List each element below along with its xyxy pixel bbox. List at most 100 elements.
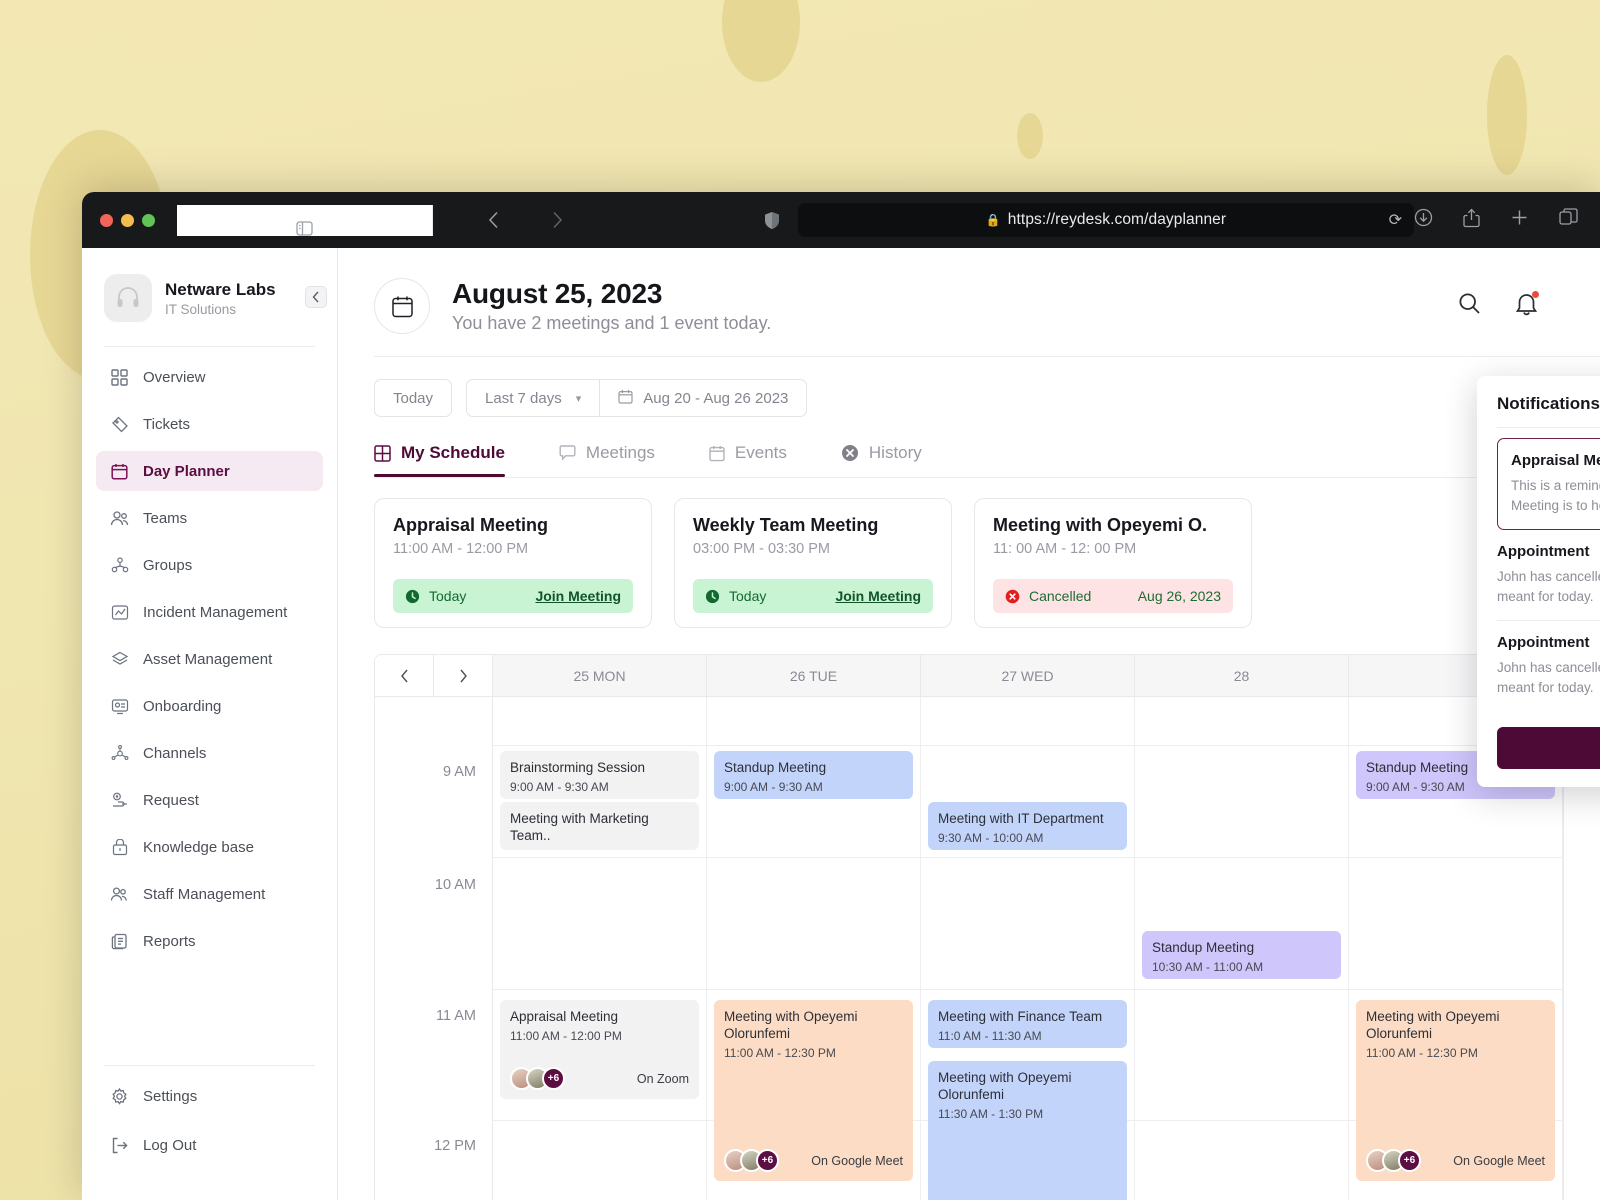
tab-my-schedule[interactable]: My Schedule [374,443,505,477]
sidebar-item-channels[interactable]: Channels [96,733,323,773]
notification-item[interactable]: Appointment 2h ago John has cancelled th… [1497,621,1600,711]
meeting-card-title: Meeting with Opeyemi O. [993,515,1208,535]
chat-icon [559,445,576,461]
calendar-day-column[interactable]: Meeting with IT Department 9:30 AM - 10:… [921,697,1135,1200]
grid-icon [110,368,129,387]
event-time: 11:30 AM - 1:30 PM [938,1106,1044,1121]
event-time: 11:00 AM - 12:00 PM [510,1028,622,1043]
calendar-icon [374,278,430,334]
sidebar-item-knowledge-base[interactable]: Knowledge base [96,827,323,867]
calendar-day-header: 26 TUE [707,655,921,696]
app-root: Netware Labs IT Solutions Overview Ticke… [82,248,1600,1200]
view-all-button[interactable]: View All [1497,727,1600,770]
calendar-event[interactable]: Brainstorming Session 9:00 AM - 9:30 AM [500,751,699,799]
calendar-prev-button[interactable] [375,655,434,696]
calendar-event[interactable]: Standup Meeting 10:30 AM - 11:00 AM [1142,931,1341,979]
tab-events[interactable]: Events [709,443,787,477]
tab-history[interactable]: History [841,443,922,477]
event-time: 11:00 AM - 12:30 PM [724,1045,836,1060]
attendee-avatars: +6 [510,1067,565,1090]
calendar-event[interactable]: Meeting with Opeyemi Olorunfemi 11:00 AM… [1356,1000,1555,1181]
calendar-event[interactable]: Appraisal Meeting 11:00 AM - 12:00 PM +6… [500,1000,699,1099]
download-icon[interactable] [1414,208,1433,232]
sidebar-item-day-planner[interactable]: Day Planner [96,451,323,491]
collapse-sidebar-button[interactable] [305,286,327,308]
calendar-day-header: 27 WED [921,655,1135,696]
sidebar-item-groups[interactable]: Groups [96,545,323,585]
meeting-card-title: Appraisal Meeting [393,515,549,535]
calendar-event[interactable]: Meeting with Finance Team 11:0 AM - 11:3… [928,1000,1127,1048]
calendar-columns: Brainstorming Session 9:00 AM - 9:30 AM … [493,697,1563,1200]
channels-icon [110,744,129,763]
meeting-card[interactable]: Weekly Team Meeting 03:00 PM - 03:30 PM … [674,498,952,628]
tab-bar: My Schedule Meetings Events History [338,417,1600,477]
maximize-window-button[interactable] [142,213,155,227]
calendar-event[interactable]: Standup Meeting 9:00 AM - 9:30 AM [714,751,913,799]
page-subtitle: You have 2 meetings and 1 event today. [452,313,772,333]
event-platform: On Google Meet [1453,1153,1545,1168]
notification-item[interactable]: Appraisal Meeting 1 min ago This is a re… [1497,438,1600,531]
reload-icon[interactable]: ⟳ [1389,210,1402,230]
meeting-card[interactable]: Meeting with Opeyemi O. 11: 00 AM - 12: … [974,498,1252,628]
minimize-window-button[interactable] [121,213,134,227]
sidebar-item-label: Tickets [143,415,190,433]
calendar-day-column[interactable]: Standup Meeting 10:30 AM - 11:00 AM [1135,697,1349,1200]
address-bar[interactable]: 🔒 https://reydesk.com/dayplanner ⟳ [798,203,1414,237]
meeting-card-time: 11:00 AM - 12:00 PM [393,541,529,557]
request-icon [110,791,129,810]
sidebar-item-logout[interactable]: Log Out [96,1125,323,1165]
calendar-time-axis: 9 AM 10 AM 11 AM 12 PM [375,697,493,1200]
today-button[interactable]: Today [374,379,453,417]
sidebar-item-settings[interactable]: Settings [96,1076,323,1116]
onboarding-icon [110,697,129,716]
range-select-label: Last 7 days [485,389,562,407]
back-button[interactable] [461,211,525,229]
date-range-picker[interactable]: Aug 20 - Aug 26 2023 [600,379,808,417]
tab-meetings[interactable]: Meetings [559,443,655,477]
notification-item[interactable]: Appointment 2h ago John has cancelled th… [1497,530,1600,622]
sidebar-item-onboarding[interactable]: Onboarding [96,686,323,726]
close-window-button[interactable] [100,213,113,227]
sidebar-item-request[interactable]: Request [96,780,323,820]
shield-icon[interactable] [764,211,780,230]
notification-name: Appraisal Meeting [1511,452,1600,469]
join-meeting-link[interactable]: Join Meeting [535,588,621,604]
window-controls[interactable] [100,213,155,227]
calendar-event[interactable]: Meeting with Marketing Team.. 9:30 AM - … [500,802,699,850]
sidebar-item-asset-management[interactable]: Asset Management [96,639,323,679]
meeting-card-status-label: Today [429,588,467,604]
gear-icon [110,1087,129,1106]
sidebar-item-staff-management[interactable]: Staff Management [96,874,323,914]
forward-button[interactable] [525,211,589,229]
event-time: 9:00 AM - 9:30 AM [510,779,609,794]
calendar-event[interactable]: Meeting with IT Department 9:30 AM - 10:… [928,802,1127,850]
sidebar-item-overview[interactable]: Overview [96,357,323,397]
bell-icon[interactable] [1515,290,1539,321]
sidebar-item-reports[interactable]: Reports [96,921,323,961]
url-text: https://reydesk.com/dayplanner [1007,211,1227,228]
search-icon[interactable] [1458,292,1481,320]
calendar-day-column[interactable]: Standup Meeting 9:00 AM - 9:30 AM Meetin… [707,697,921,1200]
attendee-avatars: +6 [1366,1149,1421,1172]
calendar-event[interactable]: Meeting with Opeyemi Olorunfemi 11:30 AM… [928,1061,1127,1200]
calendar-event[interactable]: Meeting with Opeyemi Olorunfemi 11:00 AM… [714,1000,913,1181]
sidebar-item-tickets[interactable]: Tickets [96,404,323,444]
sidebar-item-teams[interactable]: Teams [96,498,323,538]
new-tab-icon[interactable] [1510,208,1529,232]
range-select[interactable]: Last 7 days ▾ [466,379,601,417]
sidebar-toggle-icon[interactable] [177,204,433,236]
sidebar-item-label: Groups [143,556,193,574]
org-header[interactable]: Netware Labs IT Solutions [82,264,337,332]
sidebar-item-incident-management[interactable]: Incident Management [96,592,323,632]
sidebar-item-label: Onboarding [143,697,222,715]
calendar-next-button[interactable] [434,655,493,696]
share-icon[interactable] [1463,208,1480,233]
calendar-day-header: 28 [1135,655,1349,696]
calendar-day-column[interactable]: Brainstorming Session 9:00 AM - 9:30 AM … [493,697,707,1200]
reports-icon [110,932,129,951]
meeting-card-status: Today Join Meeting [693,579,933,613]
join-meeting-link[interactable]: Join Meeting [835,588,921,604]
tab-overview-icon[interactable] [1559,208,1578,232]
meeting-card[interactable]: Appraisal Meeting 11:00 AM - 12:00 PM To… [374,498,652,628]
event-time: 11:0 AM - 11:30 AM [938,1028,1042,1043]
